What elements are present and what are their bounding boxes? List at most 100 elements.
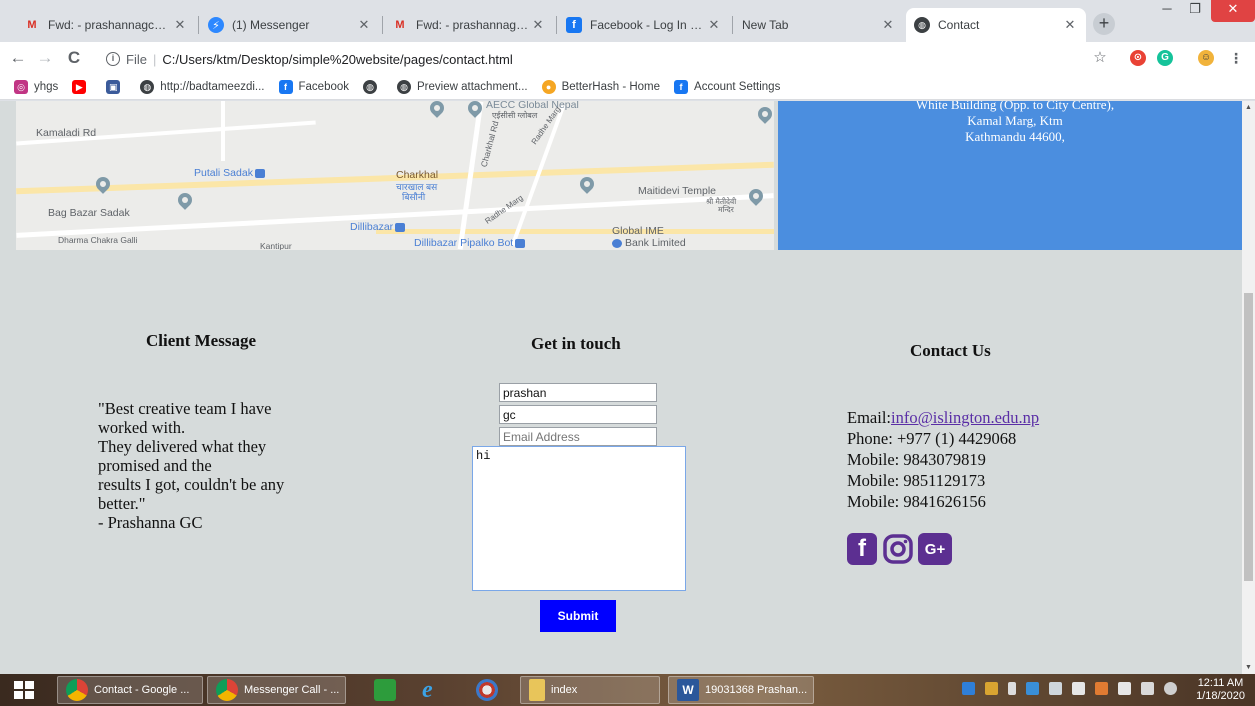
scroll-down-icon[interactable]: ▼ xyxy=(1242,664,1255,671)
bluetooth-icon[interactable] xyxy=(962,682,975,695)
tab-title: New Tab xyxy=(742,18,789,32)
tray-app-icon[interactable] xyxy=(985,682,998,695)
email-link[interactable]: info@islington.edu.np xyxy=(891,408,1039,427)
bookmark-yhgs[interactable]: ◎ yhgs xyxy=(14,79,58,94)
get-in-touch-heading: Get in touch xyxy=(531,334,621,353)
tab-title: Facebook - Log In or Sig xyxy=(590,18,706,32)
reload-icon[interactable]: C xyxy=(62,48,86,68)
betterhash-icon: ● xyxy=(541,79,556,94)
bank-icon xyxy=(612,238,622,248)
tray-app-icon[interactable] xyxy=(1095,682,1108,695)
tab-facebook[interactable]: f Facebook - Log In or Sig ✕ xyxy=(558,8,730,42)
taskbar-paint[interactable] xyxy=(468,676,508,704)
bookmark-globe[interactable]: ◍ xyxy=(363,79,383,94)
close-icon[interactable]: ✕ xyxy=(1062,17,1078,33)
embedded-map[interactable]: AECC Global Nepal एईसीसी ग्लोबल Kamaladi… xyxy=(16,101,774,250)
extension-icon[interactable]: ⊙ xyxy=(1130,50,1146,66)
taskbar-folder-index[interactable]: index xyxy=(520,676,660,704)
map-label: Kantipur xyxy=(260,241,292,250)
tray-app-icon[interactable] xyxy=(1026,682,1039,695)
windows-taskbar: Contact - Google ... Messenger Call - ..… xyxy=(0,674,1255,706)
map-label: Dharma Chakra Galli xyxy=(58,235,138,245)
ie-icon: e xyxy=(422,676,433,703)
quote-line: worked with. xyxy=(98,418,186,437)
map-label: एईसीसी ग्लोबल xyxy=(492,111,538,120)
scroll-up-icon[interactable]: ▲ xyxy=(1242,104,1255,111)
network-icon[interactable] xyxy=(1049,682,1062,695)
infinity-icon[interactable] xyxy=(1164,682,1177,695)
bookmark-account-settings[interactable]: f Account Settings xyxy=(674,79,780,94)
menu-dots-icon[interactable]: ⋮ xyxy=(1228,50,1244,66)
url-scheme-label: File xyxy=(126,51,147,67)
quote-author: - Prashanna GC xyxy=(98,513,203,532)
forward-icon[interactable]: → xyxy=(33,48,57,68)
message-textarea[interactable]: hi xyxy=(472,446,686,591)
tab-new-tab[interactable]: New Tab ✕ xyxy=(734,8,904,42)
contact-mobile: Mobile: 9843079819 xyxy=(847,450,986,469)
signal-icon[interactable] xyxy=(1072,682,1085,695)
windows-start-icon[interactable] xyxy=(14,681,34,699)
contact-email-row: Email:info@islington.edu.np xyxy=(847,407,1039,428)
tab-gmail-2[interactable]: M Fwd: - prashannagc00@ ✕ xyxy=(384,8,554,42)
bookmark-badtameezdil[interactable]: ◍ http://badtameezdi... xyxy=(140,79,265,94)
first-name-input[interactable] xyxy=(499,383,657,402)
close-icon[interactable]: ✕ xyxy=(172,17,188,33)
minimize-icon[interactable]: ─ xyxy=(1152,0,1182,22)
instagram-icon[interactable] xyxy=(881,533,915,565)
taskbar-chrome-messenger[interactable]: Messenger Call - ... xyxy=(207,676,346,704)
address-line: Kamal Marg, Ktm xyxy=(967,113,1063,128)
map-label-pipalko: Dillibazar Pipalko Bot xyxy=(414,237,526,249)
new-tab-button[interactable]: + xyxy=(1093,13,1115,35)
tab-gmail-1[interactable]: M Fwd: - prashannagc00@ ✕ xyxy=(16,8,196,42)
bookmark-youtube[interactable]: ▶ xyxy=(72,79,92,94)
flag-icon[interactable] xyxy=(1141,682,1154,695)
volume-icon[interactable] xyxy=(1118,682,1131,695)
back-icon[interactable]: ← xyxy=(6,48,30,68)
taskbar-label: Messenger Call - ... xyxy=(244,684,340,696)
bookmark-generic[interactable]: ▣ xyxy=(106,79,126,94)
bookmark-label: Facebook xyxy=(298,80,350,93)
url-text[interactable]: C:/Users/ktm/Desktop/simple%20website/pa… xyxy=(162,52,512,67)
email-input[interactable] xyxy=(499,427,657,446)
close-icon[interactable]: ✕ xyxy=(880,17,896,33)
close-icon[interactable]: ✕ xyxy=(706,17,722,33)
window-close-icon[interactable]: ✕ xyxy=(1211,0,1255,22)
gmail-icon: M xyxy=(27,19,37,31)
taskbar-label: Contact - Google ... xyxy=(94,684,190,696)
bookmark-facebook[interactable]: f Facebook xyxy=(278,79,350,94)
tab-messenger[interactable]: ⚡ (1) Messenger ✕ xyxy=(200,8,380,42)
clock-time: 12:11 AM xyxy=(1197,677,1244,689)
profile-avatar-icon[interactable]: ☺ xyxy=(1198,50,1214,66)
close-icon[interactable]: ✕ xyxy=(530,17,546,33)
battery-icon[interactable] xyxy=(1008,682,1016,695)
tab-title: Fwd: - prashannagc00@ xyxy=(416,18,530,32)
globe-icon: ◍ xyxy=(363,79,378,94)
taskbar-word[interactable]: W 19031368 Prashan... xyxy=(668,676,814,704)
tab-contact[interactable]: ◍ Contact ✕ xyxy=(906,8,1086,42)
bookmark-preview-attachment[interactable]: ◍ Preview attachment... xyxy=(397,79,528,94)
last-name-input[interactable] xyxy=(499,405,657,424)
map-road xyxy=(376,229,774,234)
bookmark-betterhash[interactable]: ● BetterHash - Home xyxy=(541,79,660,94)
close-icon[interactable]: ✕ xyxy=(356,17,372,33)
instagram-icon: ◎ xyxy=(14,79,28,94)
page-viewport: AECC Global Nepal एईसीसी ग्लोबल Kamaladi… xyxy=(0,101,1242,674)
system-clock[interactable]: 12:11 AM 1/18/2020 xyxy=(1196,677,1245,703)
bookmark-label: http://badtameezdi... xyxy=(160,80,265,93)
google-plus-icon[interactable]: G+ xyxy=(918,533,952,565)
map-label: Kamaladi Rd xyxy=(36,127,97,139)
scrollbar-thumb[interactable] xyxy=(1244,293,1253,581)
star-icon[interactable]: ☆ xyxy=(1092,50,1108,66)
info-icon[interactable]: i xyxy=(106,52,120,66)
email-label: Email: xyxy=(847,408,891,427)
restore-icon[interactable]: ❐ xyxy=(1180,0,1210,22)
submit-button[interactable]: Submit xyxy=(540,600,616,632)
address-bar[interactable]: i File | C:/Users/ktm/Desktop/simple%20w… xyxy=(106,46,1116,72)
taskbar-ie[interactable]: e xyxy=(414,676,454,704)
taskbar-chrome-contact[interactable]: Contact - Google ... xyxy=(57,676,203,704)
facebook-icon[interactable]: f xyxy=(847,533,877,565)
page-scrollbar[interactable]: ▲ ▼ xyxy=(1242,101,1255,674)
taskbar-store[interactable] xyxy=(366,676,400,704)
grammarly-icon[interactable]: G xyxy=(1157,50,1173,66)
messenger-icon: ⚡ xyxy=(208,17,224,33)
